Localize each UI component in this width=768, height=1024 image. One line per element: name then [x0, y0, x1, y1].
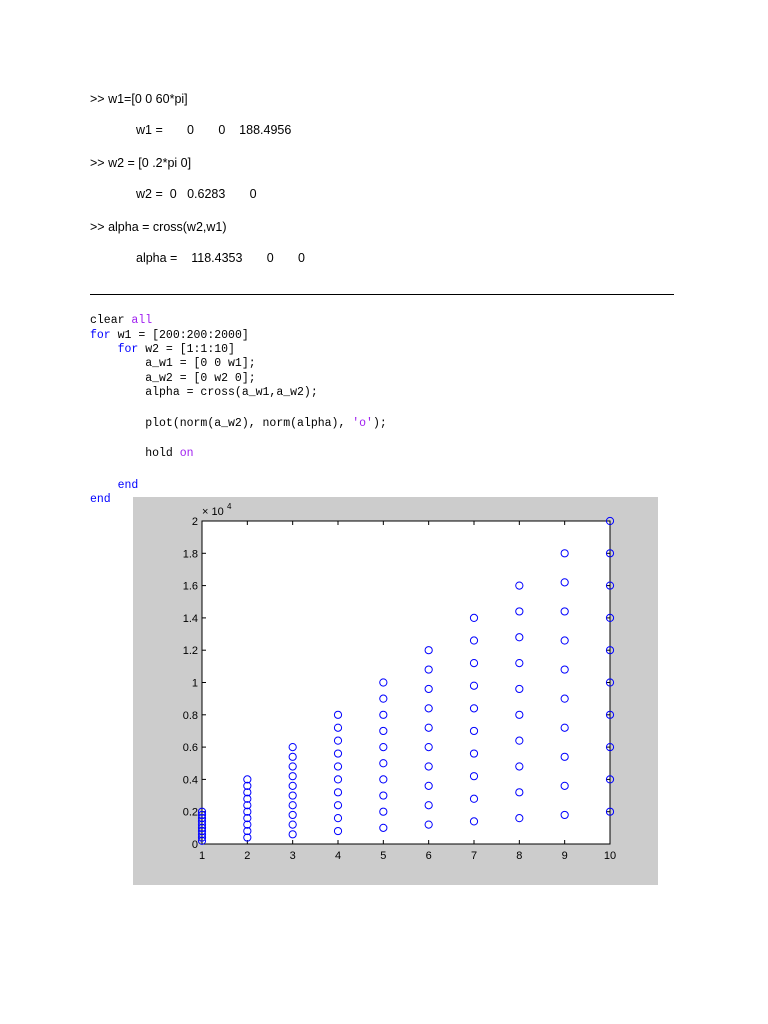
code-line: clear all	[90, 313, 152, 328]
y-tick-label: 0.2	[183, 807, 198, 819]
y-tick-label: 1.6	[183, 581, 198, 593]
x-tick-label: 10	[604, 850, 616, 862]
code-line: end	[90, 479, 139, 492]
y-tick-label: 2	[192, 516, 198, 528]
x-tick-label: 2	[244, 850, 250, 862]
code-text: w1 = [200:200:2000]	[110, 329, 249, 342]
x-tick-label: 7	[471, 850, 477, 862]
code-keyword: on	[179, 447, 194, 460]
code-line: a_w2 = [0 w2 0];	[90, 372, 256, 385]
code-keyword: all	[131, 314, 153, 327]
x-tick-label: 6	[426, 850, 432, 862]
x-tick-label: 1	[199, 850, 205, 862]
y-tick-label: 1	[192, 678, 198, 690]
code-line: plot(norm(a_w2), norm(alpha), 'o');	[90, 416, 387, 431]
y-tick-label: 0.4	[183, 774, 198, 786]
divider	[90, 294, 674, 295]
code-keyword: for	[90, 329, 111, 342]
code-string: 'o'	[352, 417, 373, 430]
code-text: w2 = [1:1:10]	[138, 343, 235, 356]
plot-area	[201, 520, 611, 845]
y-tick-label: 1.8	[183, 548, 198, 560]
code-text: );	[372, 417, 387, 430]
y-exponent: 4	[227, 502, 232, 511]
y-tick-label: 0	[192, 839, 198, 851]
y-exponent-label: × 10	[202, 506, 224, 518]
code-text: plot(norm(a_w2), norm(alpha),	[90, 417, 353, 430]
command-output: alpha = 118.4353 0 0	[136, 251, 305, 265]
x-tick-label: 5	[380, 850, 386, 862]
figure: 1 2 3 4 5 6 7 8 9 10 0 0.2 0.4 0.6 0.8 1 1.2 1.4 1.6 1.8 2 × …	[133, 497, 658, 885]
scatter-plot: 1 2 3 4 5 6 7 8 9 10 0 0.2 0.4 0.6 0.8 1 1.2 1.4 1.6 1.8 2 × …	[183, 502, 616, 862]
y-tick-label: 1.2	[183, 645, 198, 657]
code-line: end	[90, 493, 111, 506]
command-output: w2 = 0 0.6283 0	[136, 187, 257, 201]
code-line: alpha = cross(a_w1,a_w2);	[90, 386, 318, 399]
command-output: w1 = 0 0 188.4956	[136, 123, 292, 137]
code-line: for w1 = [200:200:2000]	[90, 328, 249, 343]
x-tick-label: 4	[335, 850, 341, 862]
command-line: >> alpha = cross(w2,w1)	[90, 220, 227, 234]
code-keyword: for	[90, 343, 139, 356]
code-line: hold on	[90, 446, 194, 461]
code-line: a_w1 = [0 0 w1];	[90, 357, 256, 370]
document-page: >> w1=[0 0 60*pi] w1 = 0 0 188.4956 >> w…	[0, 0, 768, 1024]
y-tick-label: 0.8	[183, 710, 198, 722]
code-text: clear	[90, 314, 132, 327]
x-tick-label: 9	[562, 850, 568, 862]
y-tick-label: 0.6	[183, 742, 198, 754]
y-tick-label: 1.4	[183, 613, 198, 625]
command-line: >> w1=[0 0 60*pi]	[90, 92, 188, 106]
x-tick-label: 8	[516, 850, 522, 862]
command-line: >> w2 = [0 .2*pi 0]	[90, 156, 192, 170]
x-tick-label: 3	[290, 850, 296, 862]
code-text: hold	[90, 447, 180, 460]
code-line: for w2 = [1:1:10]	[90, 342, 235, 357]
